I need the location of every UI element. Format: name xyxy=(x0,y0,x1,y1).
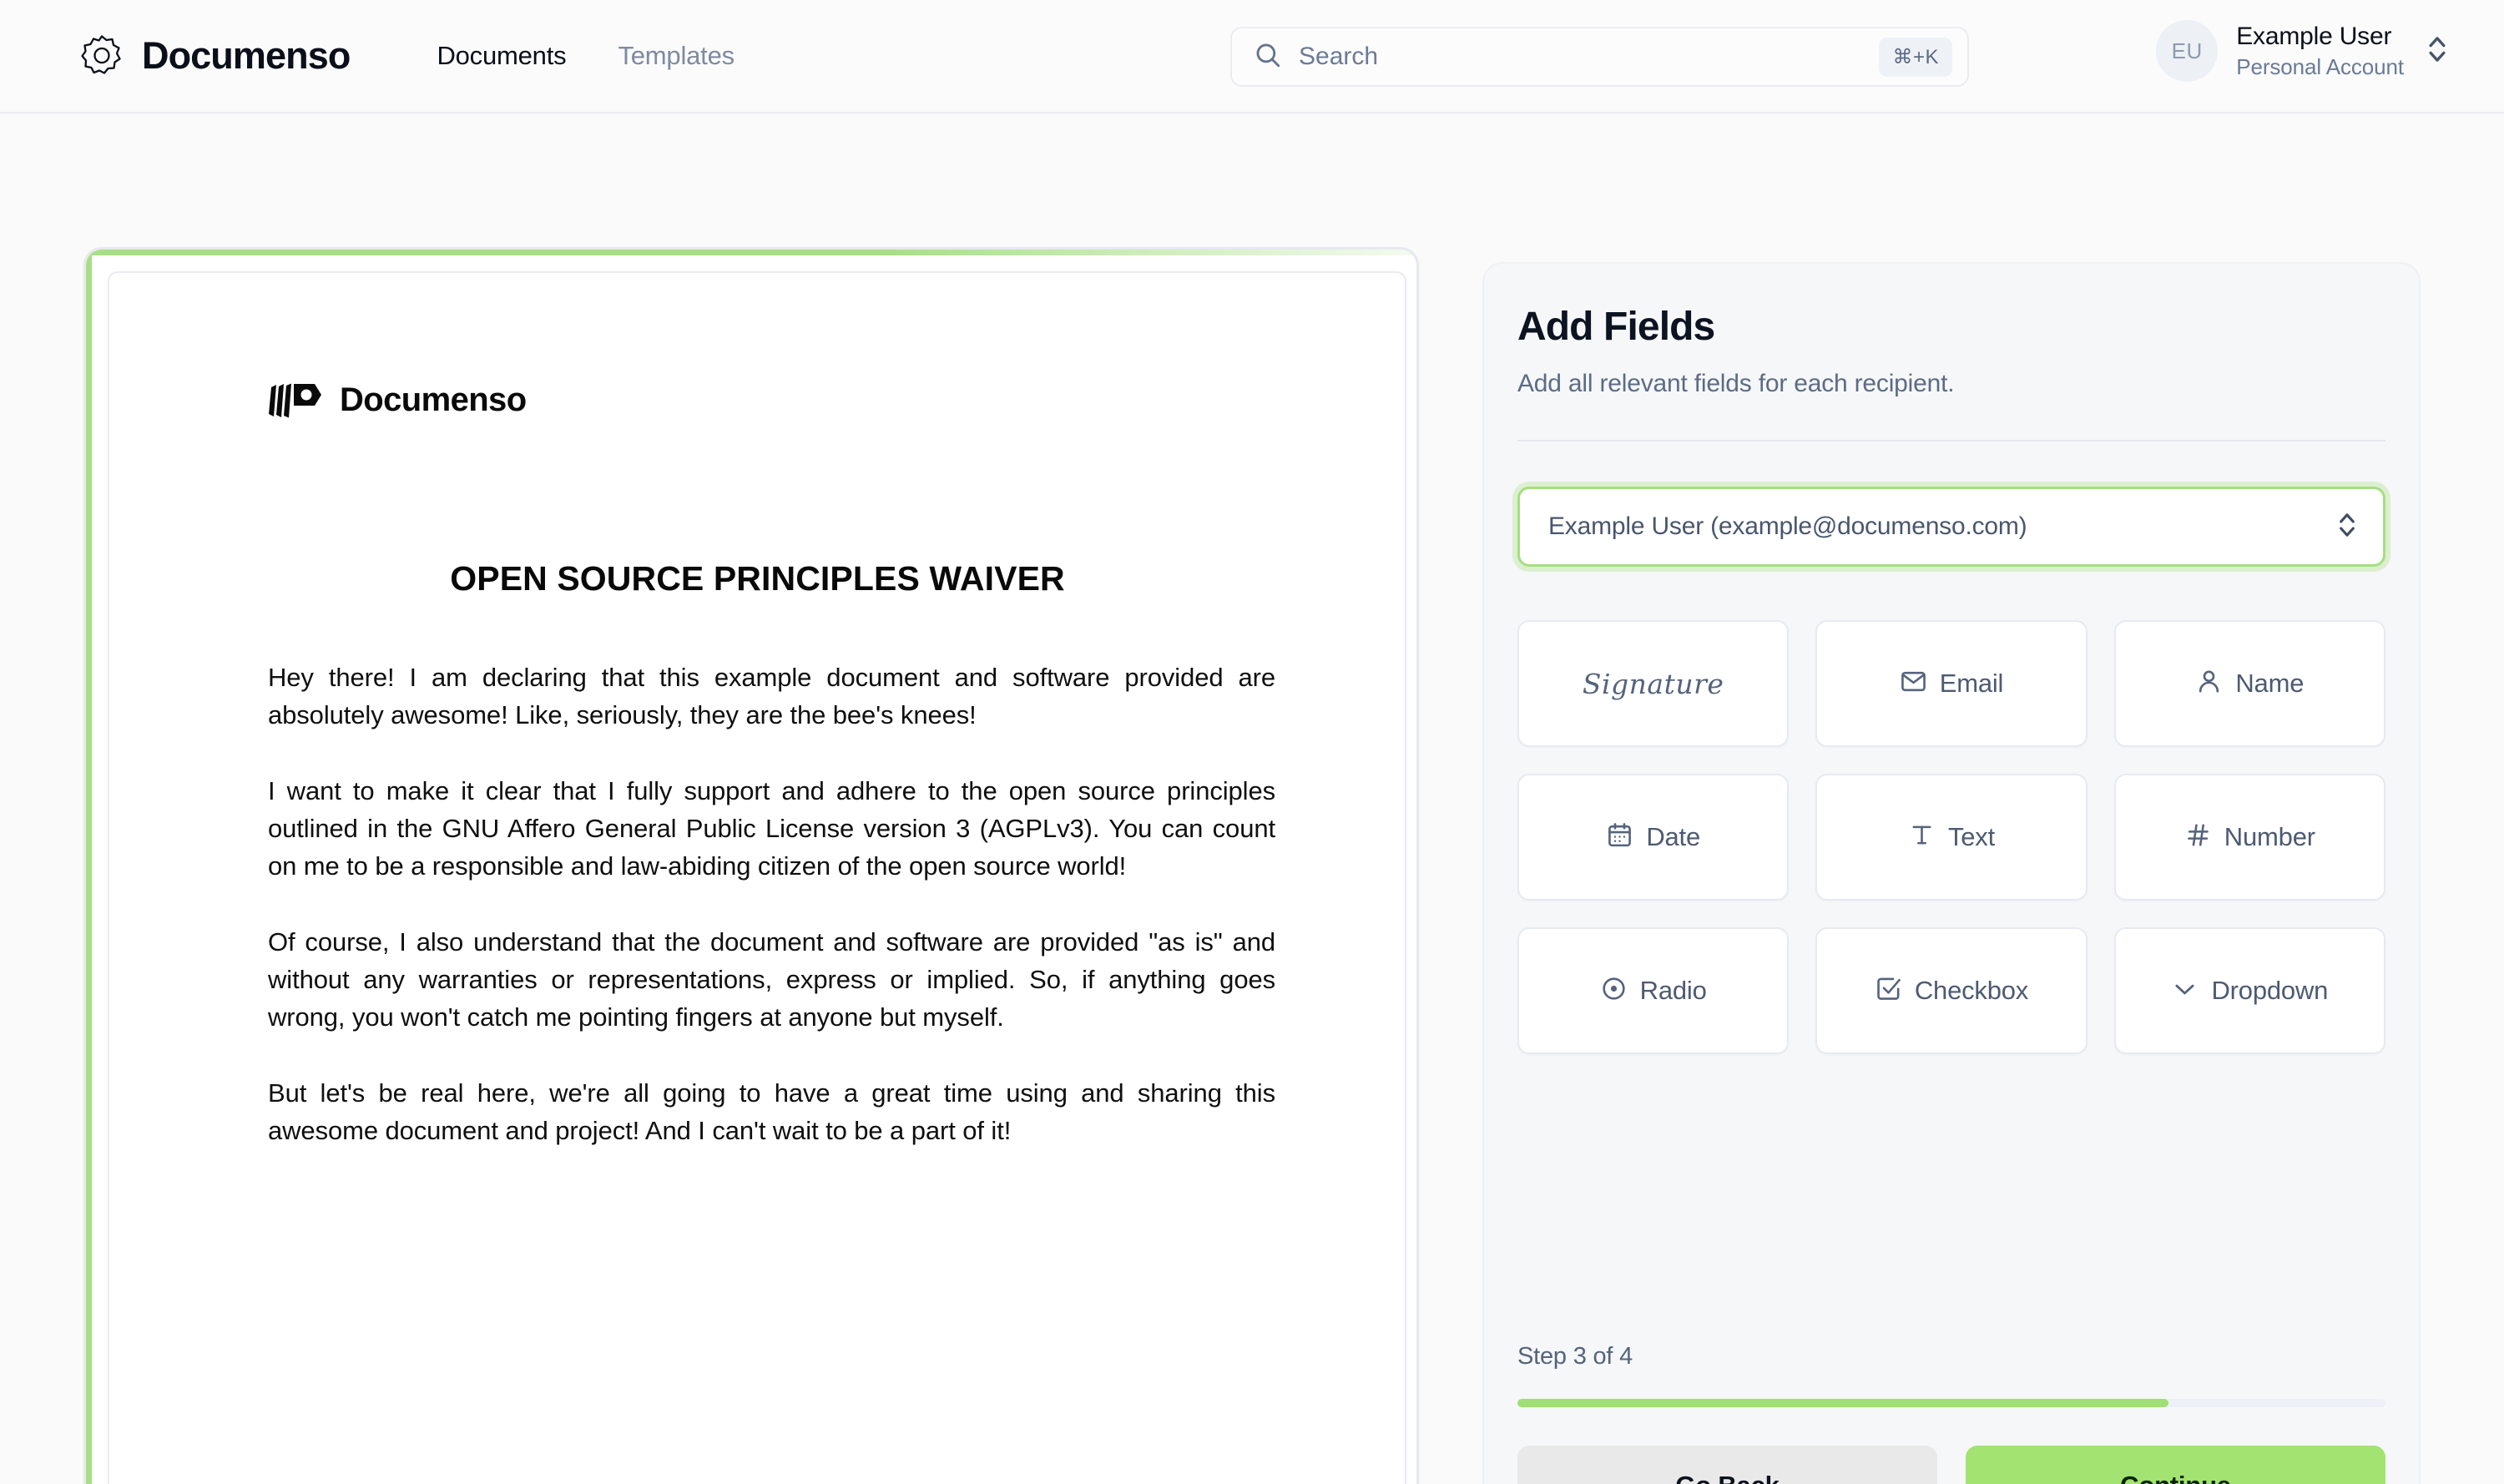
chevron-up-down-icon xyxy=(2336,508,2358,546)
field-button-label: Email xyxy=(1939,669,2004,698)
field-button-label: Text xyxy=(1947,822,1996,851)
document-logo: Documenso xyxy=(268,381,1405,419)
search-placeholder: Search xyxy=(1299,43,1379,70)
field-button-date[interactable]: Date xyxy=(1517,774,1790,901)
document-title: OPEN SOURCE PRINCIPLES WAIVER xyxy=(450,559,1065,598)
field-button-label: Radio xyxy=(1639,976,1707,1005)
field-button-email[interactable]: Email xyxy=(1815,620,2088,747)
document-viewer[interactable]: Documenso OPEN SOURCE PRINCIPLES WAIVER … xyxy=(83,247,1419,1484)
search-input[interactable]: Search ⌘+K xyxy=(1230,27,1969,87)
primary-nav: Documents Templates xyxy=(437,41,735,71)
field-button-label: Number xyxy=(2224,822,2315,851)
chevron-down-icon xyxy=(2171,975,2199,1007)
account-name: Example User xyxy=(2236,22,2392,50)
go-back-button[interactable]: Go Back xyxy=(1517,1446,1937,1484)
chevron-up-down-icon xyxy=(2422,31,2449,72)
brand[interactable]: Documenso xyxy=(80,34,351,78)
panel-divider xyxy=(1517,440,2385,442)
field-button-checkbox[interactable]: Checkbox xyxy=(1815,927,2088,1054)
document-page[interactable]: Documenso OPEN SOURCE PRINCIPLES WAIVER … xyxy=(108,271,1406,1484)
user-icon xyxy=(2195,668,2223,699)
account-subtitle: Personal Account xyxy=(2236,53,2404,79)
document-body: OPEN SOURCE PRINCIPLES WAIVER Hey there!… xyxy=(268,559,1275,1149)
footer-actions: Go Back Continue xyxy=(1517,1446,2385,1484)
field-button-label: Name xyxy=(2235,669,2305,698)
nav-link-documents[interactable]: Documents xyxy=(437,41,566,71)
brand-name: Documenso xyxy=(142,34,351,77)
field-type-grid: Signature Email Name Date Text Number Ra… xyxy=(1517,620,2385,1054)
recipient-select-value: Example User (example@documenso.com) xyxy=(1548,512,2027,540)
nav-link-templates[interactable]: Templates xyxy=(618,41,735,71)
panel-footer: Step 3 of 4 Go Back Continue xyxy=(1517,1343,2385,1484)
progress-bar xyxy=(1517,1399,2385,1407)
add-fields-panel: Add Fields Add all relevant fields for e… xyxy=(1482,262,2421,1484)
document-paragraph: But let's be real here, we're all going … xyxy=(268,1078,1275,1145)
main-area: Documenso OPEN SOURCE PRINCIPLES WAIVER … xyxy=(0,114,2504,1484)
app-header: Documenso Documents Templates Search ⌘+K… xyxy=(0,0,2504,114)
account-switcher[interactable]: EU Example User Personal Account xyxy=(2156,20,2449,82)
hash-icon xyxy=(2184,821,2212,853)
avatar: EU xyxy=(2156,20,2219,82)
document-paragraph: I want to make it clear that I fully sup… xyxy=(268,776,1275,881)
account-text: Example User Personal Account xyxy=(2236,23,2404,80)
search-shortcut-badge: ⌘+K xyxy=(1879,37,1952,77)
step-indicator: Step 3 of 4 xyxy=(1517,1343,1633,1370)
calendar-icon xyxy=(1606,821,1633,853)
checkbox-icon xyxy=(1875,975,1902,1007)
panel-title: Add Fields xyxy=(1517,305,1715,349)
progress-bar-fill xyxy=(1517,1399,2168,1407)
envelope-icon xyxy=(1900,668,1927,699)
document-paragraph: Of course, I also understand that the do… xyxy=(268,927,1275,1032)
field-button-label: Date xyxy=(1646,822,1700,851)
field-button-signature[interactable]: Signature xyxy=(1517,620,1790,747)
documenso-wordmark-icon xyxy=(268,382,323,419)
panel-subtitle: Add all relevant fields for each recipie… xyxy=(1517,370,1955,397)
field-button-text[interactable]: Text xyxy=(1815,774,2088,901)
document-logo-text: Documenso xyxy=(340,381,527,418)
document-paragraph: Hey there! I am declaring that this exam… xyxy=(268,663,1275,729)
field-button-number[interactable]: Number xyxy=(2113,774,2385,901)
recipient-select[interactable]: Example User (example@documenso.com) xyxy=(1517,487,2385,567)
search-icon xyxy=(1254,41,1282,73)
text-icon xyxy=(1908,821,1936,853)
field-button-label: Dropdown xyxy=(2211,976,2329,1005)
documenso-logo-icon xyxy=(80,34,124,78)
continue-button[interactable]: Continue xyxy=(1966,1446,2385,1484)
field-button-radio[interactable]: Radio xyxy=(1517,927,1790,1054)
field-button-label: Signature xyxy=(1582,667,1724,700)
field-button-label: Checkbox xyxy=(1914,976,2029,1005)
field-button-dropdown[interactable]: Dropdown xyxy=(2113,927,2385,1054)
radio-icon xyxy=(1600,975,1628,1007)
field-button-name[interactable]: Name xyxy=(2113,620,2385,747)
